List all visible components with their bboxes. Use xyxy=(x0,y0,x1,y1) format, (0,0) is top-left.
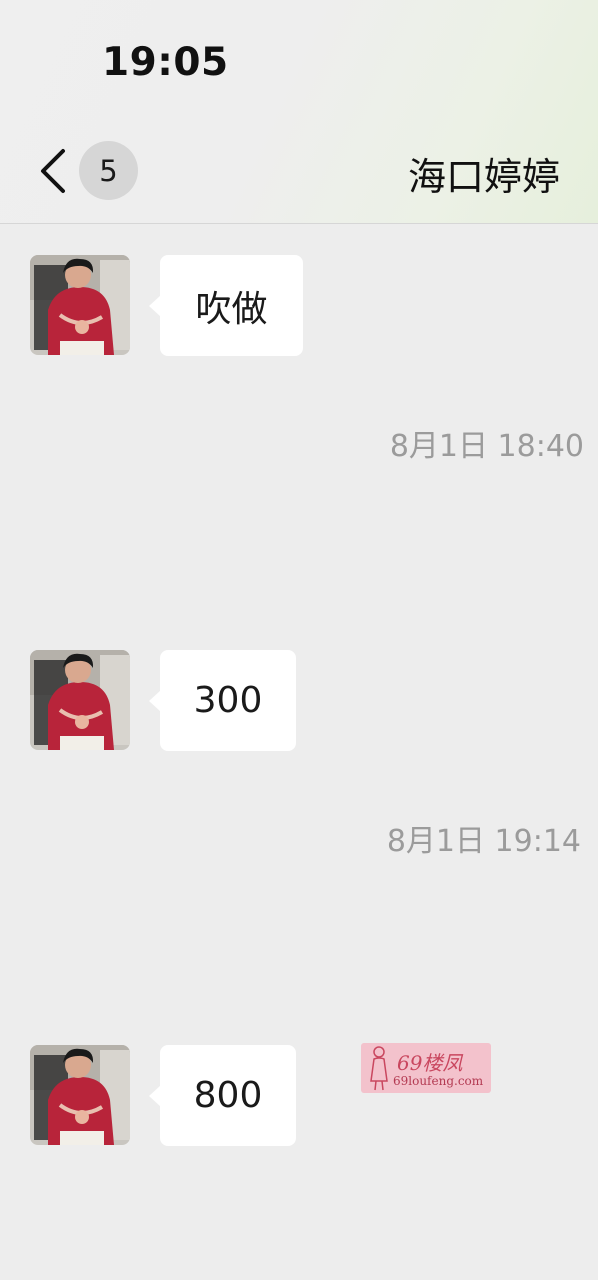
message-timestamp: 8月1日 19:14 xyxy=(386,824,581,859)
message-bubble[interactable]: 300 xyxy=(149,650,296,751)
chat-header: 19:05 5 海口婷婷 xyxy=(0,0,598,224)
message-row: 800 xyxy=(0,1045,598,1147)
contact-avatar[interactable] xyxy=(30,650,130,750)
back-button[interactable] xyxy=(38,148,70,194)
chat-title: 海口婷婷 xyxy=(407,155,560,199)
contact-avatar[interactable] xyxy=(30,255,130,355)
message-bubble[interactable]: 吹做 xyxy=(149,255,303,356)
contact-avatar[interactable] xyxy=(30,1045,130,1145)
message-bubble[interactable]: 800 xyxy=(149,1045,296,1146)
watermark-logo: 69楼凤 69loufeng.com xyxy=(361,1043,491,1093)
status-bar-time: 19:05 xyxy=(102,40,229,85)
unread-count-badge[interactable]: 5 xyxy=(79,141,138,200)
message-row: 吹做 xyxy=(0,255,598,357)
message-timestamp: 8月1日 18:40 xyxy=(389,429,584,464)
watermark-title: 69楼凤 xyxy=(397,1051,463,1075)
message-row: 300 xyxy=(0,650,598,752)
watermark-url: 69loufeng.com xyxy=(393,1074,484,1088)
woman-figure-icon xyxy=(370,1046,388,1091)
back-chevron-icon xyxy=(41,149,65,193)
